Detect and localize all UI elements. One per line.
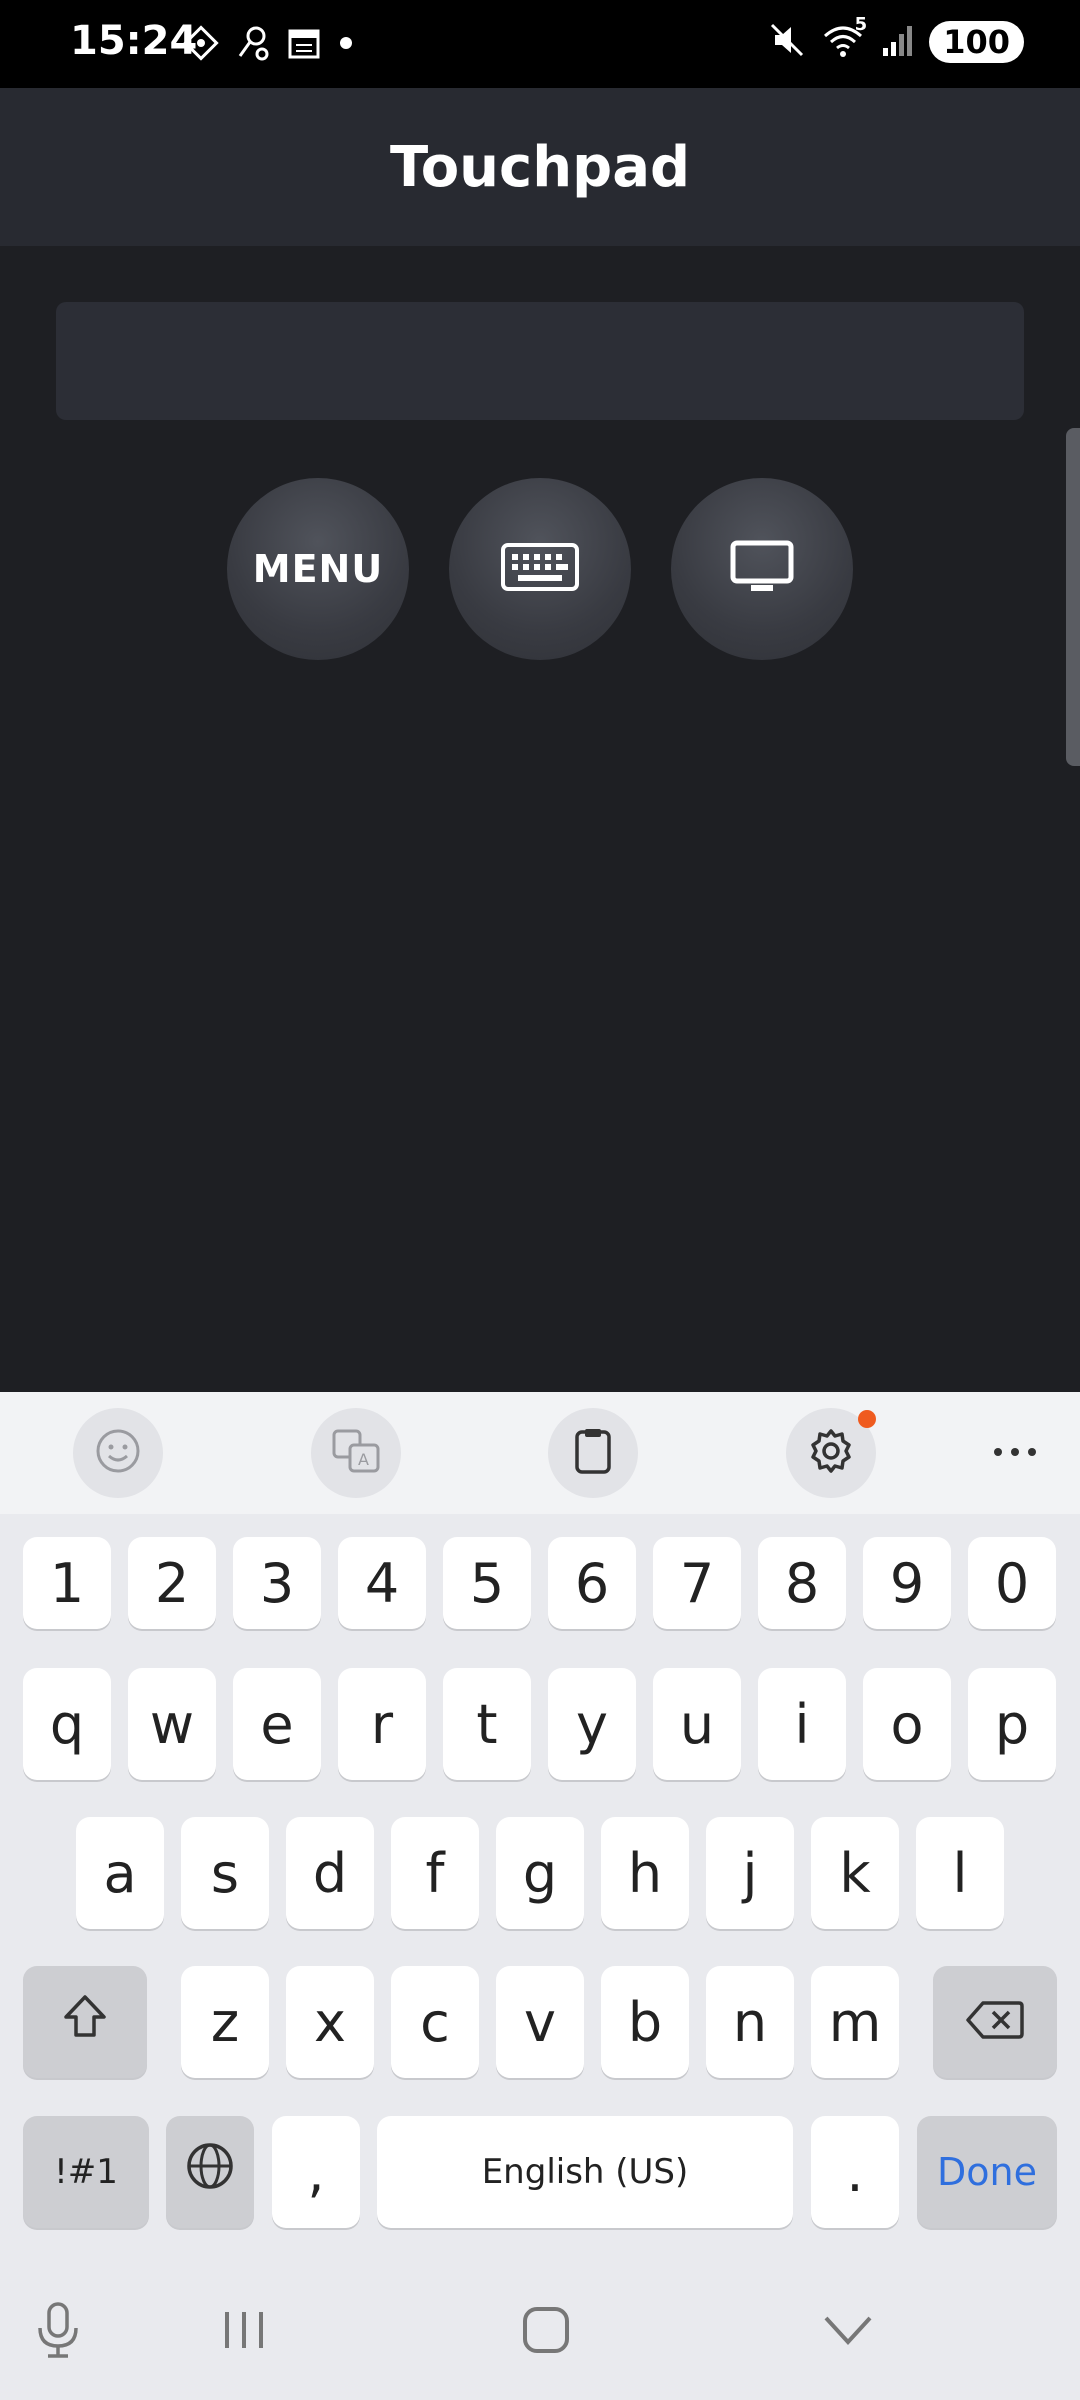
key-5[interactable]: 5	[443, 1537, 531, 1629]
key-f[interactable]: f	[391, 1817, 479, 1929]
keyboard-toolbar: A	[0, 1392, 1080, 1514]
microphone-icon	[34, 2300, 82, 2364]
globe-icon	[184, 2140, 236, 2205]
settings-button[interactable]	[786, 1408, 876, 1498]
home-icon	[521, 2305, 571, 2359]
key-r[interactable]: r	[338, 1668, 426, 1780]
clipboard-button[interactable]	[548, 1408, 638, 1498]
key-7[interactable]: 7	[653, 1537, 741, 1629]
key-y[interactable]: y	[548, 1668, 636, 1780]
page-title: Touchpad	[389, 134, 691, 200]
grid-icon	[182, 24, 220, 66]
scrollbar[interactable]	[1066, 428, 1080, 766]
key-v[interactable]: v	[496, 1966, 584, 2078]
key-p[interactable]: p	[968, 1668, 1056, 1780]
symbols-key[interactable]: !#1	[23, 2116, 149, 2228]
key-4[interactable]: 4	[338, 1537, 426, 1629]
key-s[interactable]: s	[181, 1817, 269, 1929]
navigation-bar	[0, 2262, 1080, 2400]
svg-text:A: A	[358, 1450, 369, 1469]
tv-button[interactable]	[671, 478, 853, 660]
key-d[interactable]: d	[286, 1817, 374, 1929]
more-button[interactable]	[975, 1422, 1055, 1482]
clipboard-icon	[571, 1426, 615, 1480]
hide-keyboard-button[interactable]	[808, 2292, 888, 2372]
signal-icon	[879, 22, 915, 62]
chevron-down-icon	[822, 2314, 874, 2350]
text-input-area[interactable]	[56, 302, 1024, 420]
key-9[interactable]: 9	[863, 1537, 951, 1629]
status-time: 15:24	[70, 18, 198, 64]
key-x[interactable]: x	[286, 1966, 374, 2078]
emoji-button[interactable]	[73, 1408, 163, 1498]
calendar-icon	[286, 25, 322, 65]
key-n[interactable]: n	[706, 1966, 794, 2078]
menu-button-label: MENU	[252, 547, 384, 591]
key-2[interactable]: 2	[128, 1537, 216, 1629]
key-e[interactable]: e	[233, 1668, 321, 1780]
translate-icon: A	[330, 1427, 382, 1479]
backspace-icon	[965, 1991, 1025, 2054]
key-z[interactable]: z	[181, 1966, 269, 2078]
tv-icon	[729, 539, 795, 599]
key-c[interactable]: c	[391, 1966, 479, 2078]
key-icon	[234, 24, 272, 66]
comma-key[interactable]: ,	[272, 2116, 360, 2228]
home-button[interactable]	[506, 2292, 586, 2372]
key-1[interactable]: 1	[23, 1537, 111, 1629]
key-q[interactable]: q	[23, 1668, 111, 1780]
key-i[interactable]: i	[758, 1668, 846, 1780]
settings-icon	[806, 1426, 856, 1480]
key-a[interactable]: a	[76, 1817, 164, 1929]
more-icon	[992, 1443, 1038, 1462]
key-k[interactable]: k	[811, 1817, 899, 1929]
soft-keyboard: A 1 2 3 4 5 6 7 8 9 0 q w e r t y u i o …	[0, 1392, 1080, 2400]
voice-input-button[interactable]	[18, 2292, 98, 2372]
keyboard-icon	[500, 542, 580, 596]
key-o[interactable]: o	[863, 1668, 951, 1780]
key-j[interactable]: j	[706, 1817, 794, 1929]
notification-badge	[858, 1410, 876, 1428]
app-header: Touchpad	[0, 88, 1080, 246]
key-3[interactable]: 3	[233, 1537, 321, 1629]
key-l[interactable]: l	[916, 1817, 1004, 1929]
translate-button[interactable]: A	[311, 1408, 401, 1498]
key-8[interactable]: 8	[758, 1537, 846, 1629]
battery-indicator: 100	[929, 21, 1024, 63]
dot-icon	[336, 33, 356, 57]
recent-apps-button[interactable]	[204, 2292, 284, 2372]
key-h[interactable]: h	[601, 1817, 689, 1929]
done-key[interactable]: Done	[917, 2116, 1057, 2228]
emoji-icon	[94, 1427, 142, 1479]
wifi-band-label: 5	[854, 14, 868, 35]
key-g[interactable]: g	[496, 1817, 584, 1929]
space-key[interactable]: English (US)	[377, 2116, 793, 2228]
language-key[interactable]	[166, 2116, 254, 2228]
recents-icon	[219, 2308, 269, 2356]
key-w[interactable]: w	[128, 1668, 216, 1780]
period-key[interactable]: .	[811, 2116, 899, 2228]
menu-button[interactable]: MENU	[227, 478, 409, 660]
key-0[interactable]: 0	[968, 1537, 1056, 1629]
status-bar: 15:24 5 100	[0, 0, 1080, 88]
key-6[interactable]: 6	[548, 1537, 636, 1629]
shift-key[interactable]	[23, 1966, 147, 2078]
keyboard-button[interactable]	[449, 478, 631, 660]
mute-icon	[767, 20, 807, 64]
key-b[interactable]: b	[601, 1966, 689, 2078]
wifi-icon: 5	[821, 14, 867, 64]
key-u[interactable]: u	[653, 1668, 741, 1780]
key-t[interactable]: t	[443, 1668, 531, 1780]
shift-icon	[60, 1991, 110, 2054]
key-m[interactable]: m	[811, 1966, 899, 2078]
backspace-key[interactable]	[933, 1966, 1057, 2078]
